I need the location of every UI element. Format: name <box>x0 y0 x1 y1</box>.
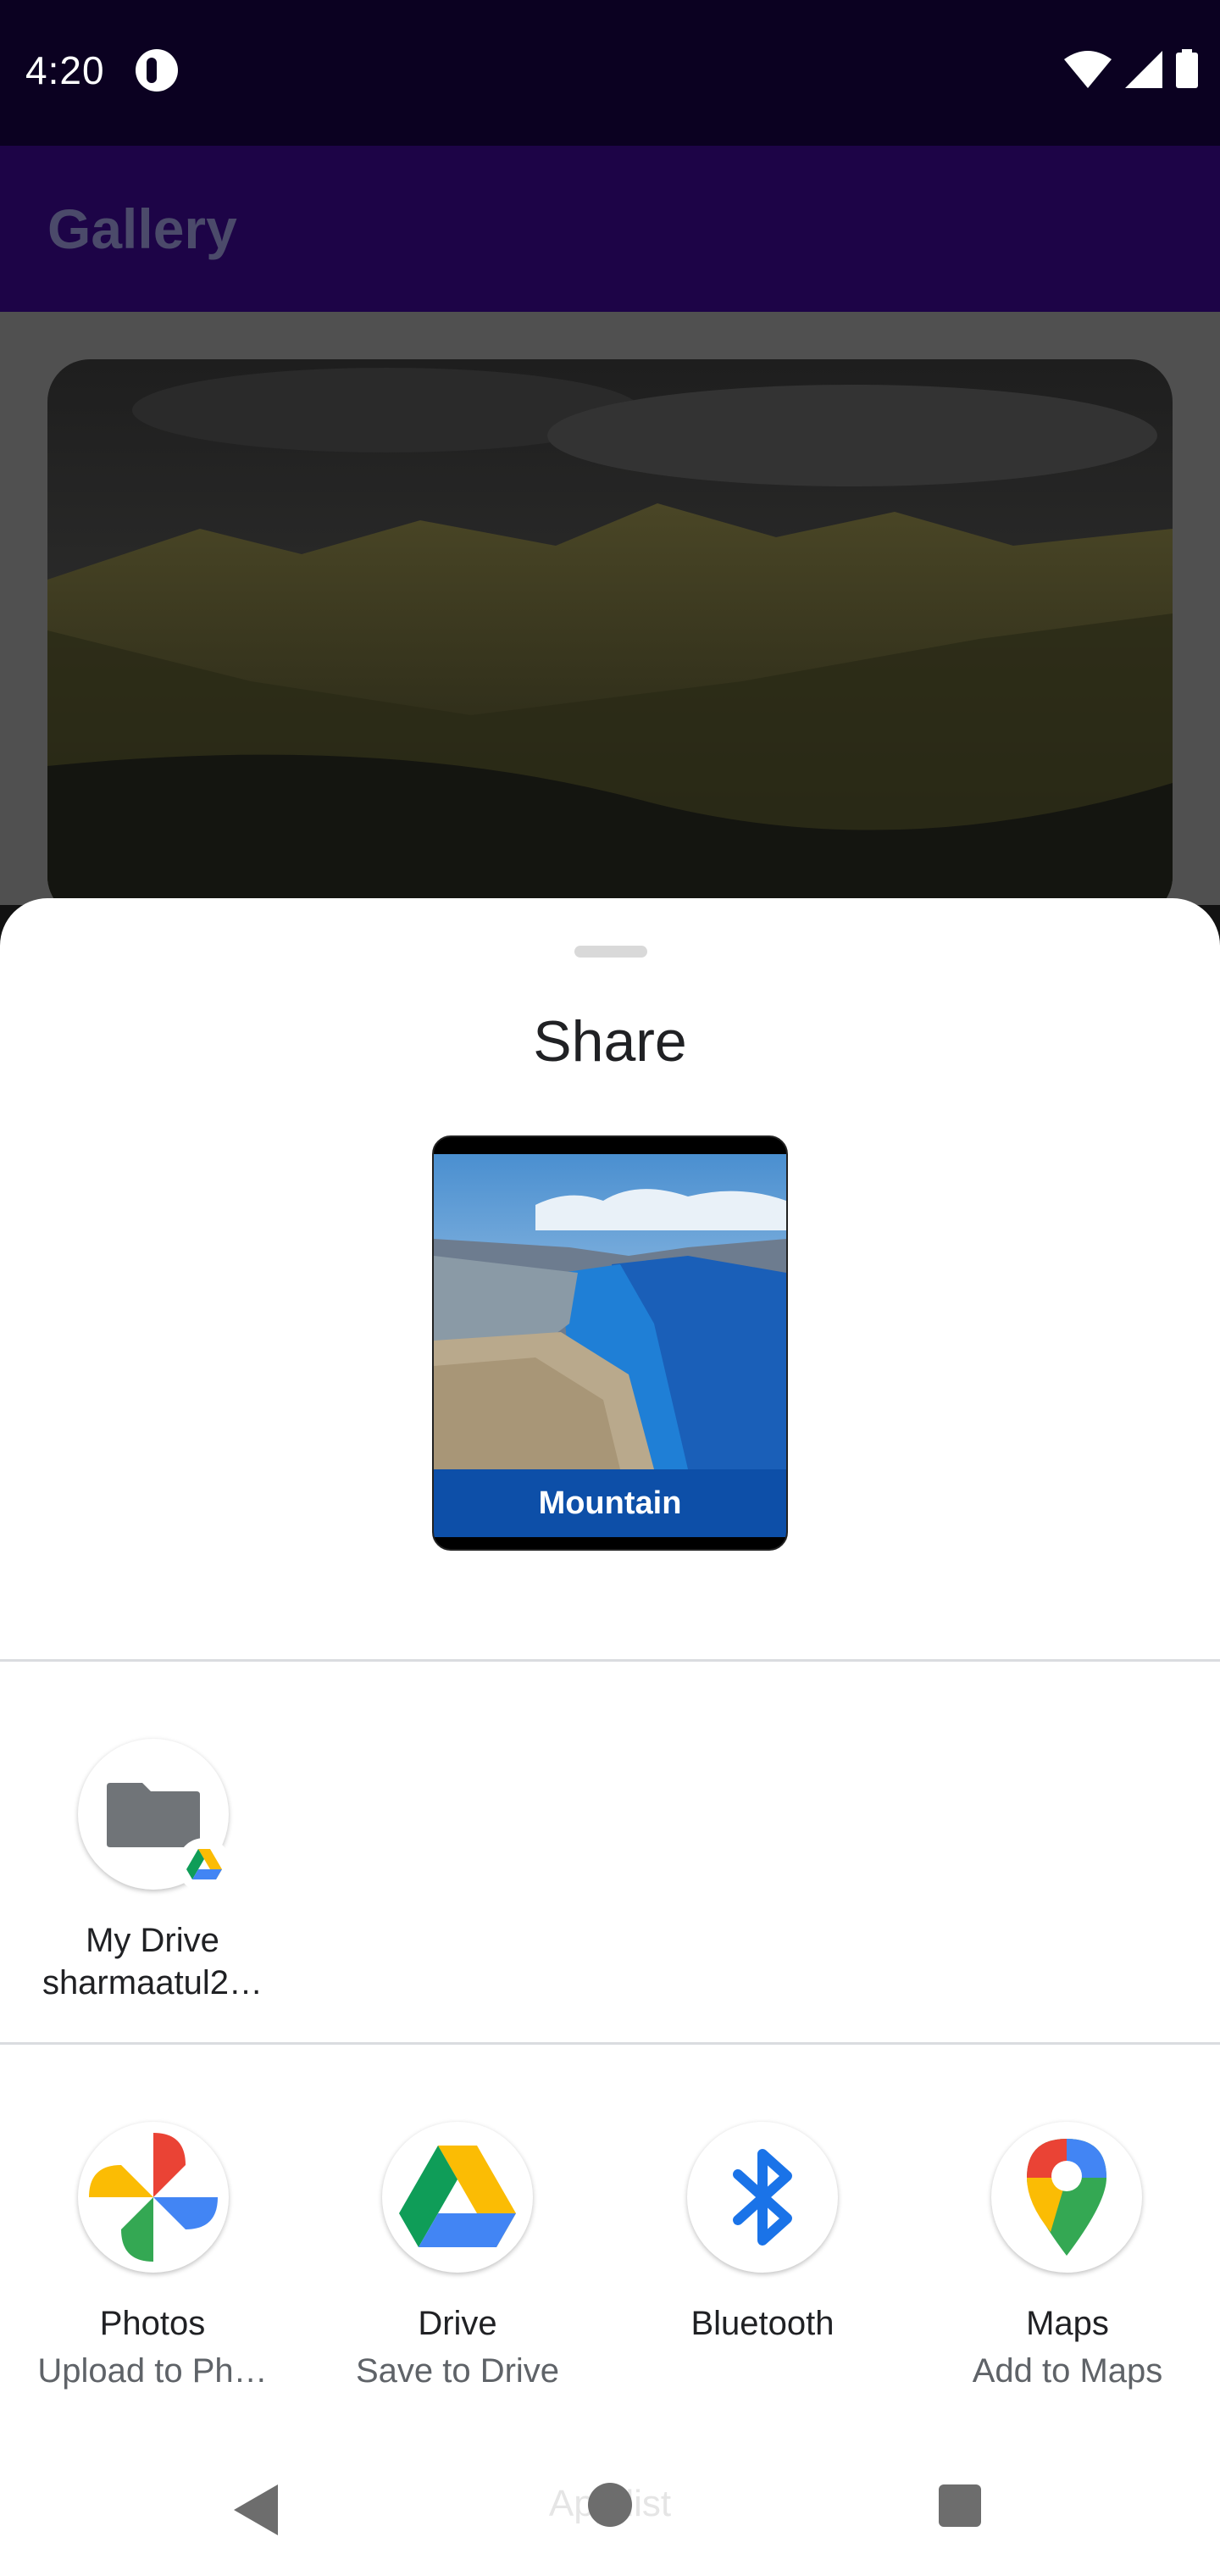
drive-circle[interactable] <box>382 2122 533 2273</box>
bluetooth-circle[interactable] <box>687 2122 838 2273</box>
google-maps-icon <box>1027 2139 1106 2256</box>
divider <box>0 2042 1220 2045</box>
drive-subtitle: Save to Drive <box>355 2352 560 2390</box>
google-drive-icon <box>399 2146 516 2247</box>
preview-image <box>434 1154 786 1469</box>
bluetooth-label: Bluetooth <box>690 2305 835 2342</box>
drag-handle[interactable] <box>574 946 647 958</box>
content-preview: Mountain <box>432 1135 788 1551</box>
my-drive-label: My Drive <box>86 1922 219 1959</box>
battery-icon <box>1176 49 1198 88</box>
share-title: Share <box>533 1009 687 1074</box>
bluetooth-icon <box>733 2149 792 2246</box>
back-button[interactable] <box>234 2484 278 2535</box>
divider <box>0 1659 1220 1662</box>
photos-label: Photos <box>99 2305 206 2342</box>
photos-circle[interactable] <box>78 2122 229 2273</box>
app-title: Gallery <box>47 197 237 260</box>
home-button[interactable] <box>588 2483 632 2527</box>
status-icons <box>1064 49 1198 88</box>
drive-label: Drive <box>418 2305 497 2342</box>
my-drive-account: sharmaatul2… <box>42 1964 263 2001</box>
cell-signal-icon <box>1125 51 1162 88</box>
maps-subtitle: Add to Maps <box>972 2352 1163 2390</box>
maps-label: Maps <box>1026 2305 1109 2342</box>
drive-badge-icon <box>177 1838 231 1892</box>
recents-button[interactable] <box>939 2484 981 2527</box>
my-drive-circle[interactable] <box>78 1739 231 1892</box>
maps-circle[interactable] <box>991 2122 1142 2273</box>
wifi-icon <box>1064 51 1112 88</box>
gallery-image <box>47 359 1173 919</box>
status-bar: 4:20 <box>0 0 1220 146</box>
app-notification-icon <box>136 49 178 92</box>
status-time: 4:20 <box>25 48 105 92</box>
google-photos-icon <box>89 2133 218 2262</box>
photos-subtitle: Upload to Ph… <box>37 2352 268 2390</box>
preview-caption: Mountain <box>434 1469 786 1537</box>
